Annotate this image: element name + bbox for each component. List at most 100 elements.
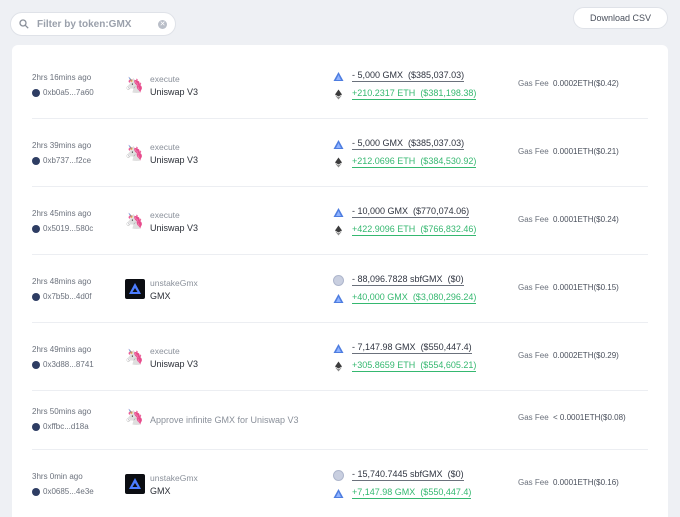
ethereum-icon <box>335 157 342 167</box>
tx-hash-icon <box>32 360 40 369</box>
tx-hash-icon <box>32 224 40 233</box>
tx-hash[interactable]: 0x5019...580c <box>43 224 93 233</box>
token-amount: - 5,000 GMX ($385,037.03) <box>352 70 465 82</box>
search-icon <box>19 19 29 29</box>
tx-time: 2hrs 50mins ago <box>32 407 92 416</box>
gas-label: Gas Fee <box>518 478 549 487</box>
token-amount: - 15,740.7445 sbfGMX ($0) <box>352 469 464 481</box>
tx-description: Approve infinite GMX for Uniswap V3 <box>150 415 299 425</box>
token-amount: +7,147.98 GMX ($550,447.4) <box>352 487 472 499</box>
tx-protocol: GMX <box>150 486 171 496</box>
gas-label: Gas Fee <box>518 351 549 360</box>
token-out: - 5,000 GMX ($385,037.03) <box>333 138 465 150</box>
uniswap-icon: 🦄 <box>125 213 144 230</box>
token-in: +305.8659 ETH ($554,605.21) <box>333 360 477 372</box>
arbitrum-icon <box>333 488 344 498</box>
ethereum-icon <box>335 225 342 235</box>
table-row: 2hrs 49mins ago 0x3d88...8741 🦄 execute … <box>32 323 648 391</box>
gmx-icon <box>125 279 145 299</box>
tx-time: 2hrs 16mins ago <box>32 73 92 82</box>
token-out: - 88,096.7828 sbfGMX ($0) <box>333 274 464 286</box>
tx-hash-link[interactable]: 0x7b5b...4d0f <box>32 292 91 301</box>
tx-protocol: GMX <box>150 291 171 301</box>
arbitrum-icon <box>333 343 344 353</box>
tx-time: 2hrs 39mins ago <box>32 141 92 150</box>
sbfgmx-icon <box>333 469 344 481</box>
token-in: +210.2317 ETH ($381,198.38) <box>333 88 477 100</box>
tx-hash[interactable]: 0xb0a5...7a60 <box>43 88 94 97</box>
tx-protocol: Uniswap V3 <box>150 155 199 165</box>
token-in: +212.0696 ETH ($384,530.92) <box>333 156 477 168</box>
uniswap-icon: 🦄 <box>125 145 144 162</box>
tx-method: execute <box>150 142 180 152</box>
transactions-card: 2hrs 16mins ago 0xb0a5...7a60 🦄 execute … <box>12 45 668 517</box>
uniswap-icon: 🦄 <box>125 349 144 366</box>
tx-hash[interactable]: 0xffbc...d18a <box>43 422 89 431</box>
gas-value: 0.0001ETH($0.15) <box>553 283 619 292</box>
token-amount: +305.8659 ETH ($554,605.21) <box>352 360 477 372</box>
tx-time: 2hrs 48mins ago <box>32 277 92 286</box>
tx-hash[interactable]: 0xb737...f2ce <box>43 156 91 165</box>
tx-hash-link[interactable]: 0xb0a5...7a60 <box>32 88 94 97</box>
arbitrum-icon <box>333 139 344 149</box>
tx-time: 2hrs 45mins ago <box>32 209 92 218</box>
tx-hash-link[interactable]: 0x0685...4e3e <box>32 487 94 496</box>
gas-value: 0.0002ETH($0.42) <box>553 79 619 88</box>
tx-hash-icon <box>32 88 40 97</box>
token-amount: +422.9096 ETH ($766,832.46) <box>352 224 477 236</box>
ethereum-icon <box>335 361 342 371</box>
table-row: 2hrs 50mins ago 0xffbc...d18a 🦄 Approve … <box>32 391 648 450</box>
table-row: 2hrs 16mins ago 0xb0a5...7a60 🦄 execute … <box>32 51 648 119</box>
gas-value: 0.0002ETH($0.29) <box>553 351 619 360</box>
tx-hash-icon <box>32 156 40 165</box>
token-filter: ✕ <box>10 12 176 36</box>
tx-protocol: Uniswap V3 <box>150 87 199 97</box>
tx-hash[interactable]: 0x0685...4e3e <box>43 487 94 496</box>
uniswap-icon: 🦄 <box>125 77 144 94</box>
token-in: +7,147.98 GMX ($550,447.4) <box>333 487 472 499</box>
table-row: 2hrs 45mins ago 0x5019...580c 🦄 execute … <box>32 187 648 255</box>
tx-method: execute <box>150 346 180 356</box>
tx-method: unstakeGmx <box>150 278 198 288</box>
tx-method: execute <box>150 210 180 220</box>
token-amount: - 10,000 GMX ($770,074.06) <box>352 206 470 218</box>
tx-hash-link[interactable]: 0xb737...f2ce <box>32 156 91 165</box>
sbfgmx-icon <box>333 274 344 286</box>
gas-value: 0.0001ETH($0.16) <box>553 478 619 487</box>
gas-label: Gas Fee <box>518 215 549 224</box>
token-amount: +210.2317 ETH ($381,198.38) <box>352 88 477 100</box>
tx-hash[interactable]: 0x3d88...8741 <box>43 360 94 369</box>
gas-value: 0.0001ETH($0.24) <box>553 215 619 224</box>
token-amount: - 5,000 GMX ($385,037.03) <box>352 138 465 150</box>
arbitrum-icon <box>333 293 344 303</box>
tx-hash[interactable]: 0x7b5b...4d0f <box>43 292 91 301</box>
token-amount: - 88,096.7828 sbfGMX ($0) <box>352 274 464 286</box>
table-row: 3hrs 0min ago 0x0685...4e3e unstakeGmx G… <box>32 450 648 517</box>
token-out: - 5,000 GMX ($385,037.03) <box>333 70 465 82</box>
tx-hash-link[interactable]: 0xffbc...d18a <box>32 422 89 431</box>
clear-icon[interactable]: ✕ <box>158 19 167 29</box>
arbitrum-icon <box>333 207 344 217</box>
gas-label: Gas Fee <box>518 147 549 156</box>
token-out: - 10,000 GMX ($770,074.06) <box>333 206 470 218</box>
gas-value: < 0.0001ETH($0.08) <box>553 413 626 422</box>
gas-label: Gas Fee <box>518 283 549 292</box>
table-row: 2hrs 39mins ago 0xb737...f2ce 🦄 execute … <box>32 119 648 187</box>
tx-protocol: Uniswap V3 <box>150 223 199 233</box>
tx-hash-icon <box>32 422 40 431</box>
token-out: - 15,740.7445 sbfGMX ($0) <box>333 469 464 481</box>
table-row: 2hrs 48mins ago 0x7b5b...4d0f unstakeGmx… <box>32 255 648 323</box>
tx-method: unstakeGmx <box>150 473 198 483</box>
tx-hash-link[interactable]: 0x5019...580c <box>32 224 93 233</box>
token-out: - 7,147.98 GMX ($550,447.4) <box>333 342 472 354</box>
download-csv-button[interactable]: Download CSV <box>573 7 668 29</box>
token-amount: +212.0696 ETH ($384,530.92) <box>352 156 477 168</box>
token-filter-input[interactable] <box>37 18 149 30</box>
token-in: +40,000 GMX ($3,080,296.24) <box>333 292 477 304</box>
tx-protocol: Uniswap V3 <box>150 359 199 369</box>
token-amount: - 7,147.98 GMX ($550,447.4) <box>352 342 472 354</box>
arbitrum-icon <box>333 71 344 81</box>
token-in: +422.9096 ETH ($766,832.46) <box>333 224 477 236</box>
tx-hash-link[interactable]: 0x3d88...8741 <box>32 360 94 369</box>
gmx-icon <box>125 474 145 494</box>
